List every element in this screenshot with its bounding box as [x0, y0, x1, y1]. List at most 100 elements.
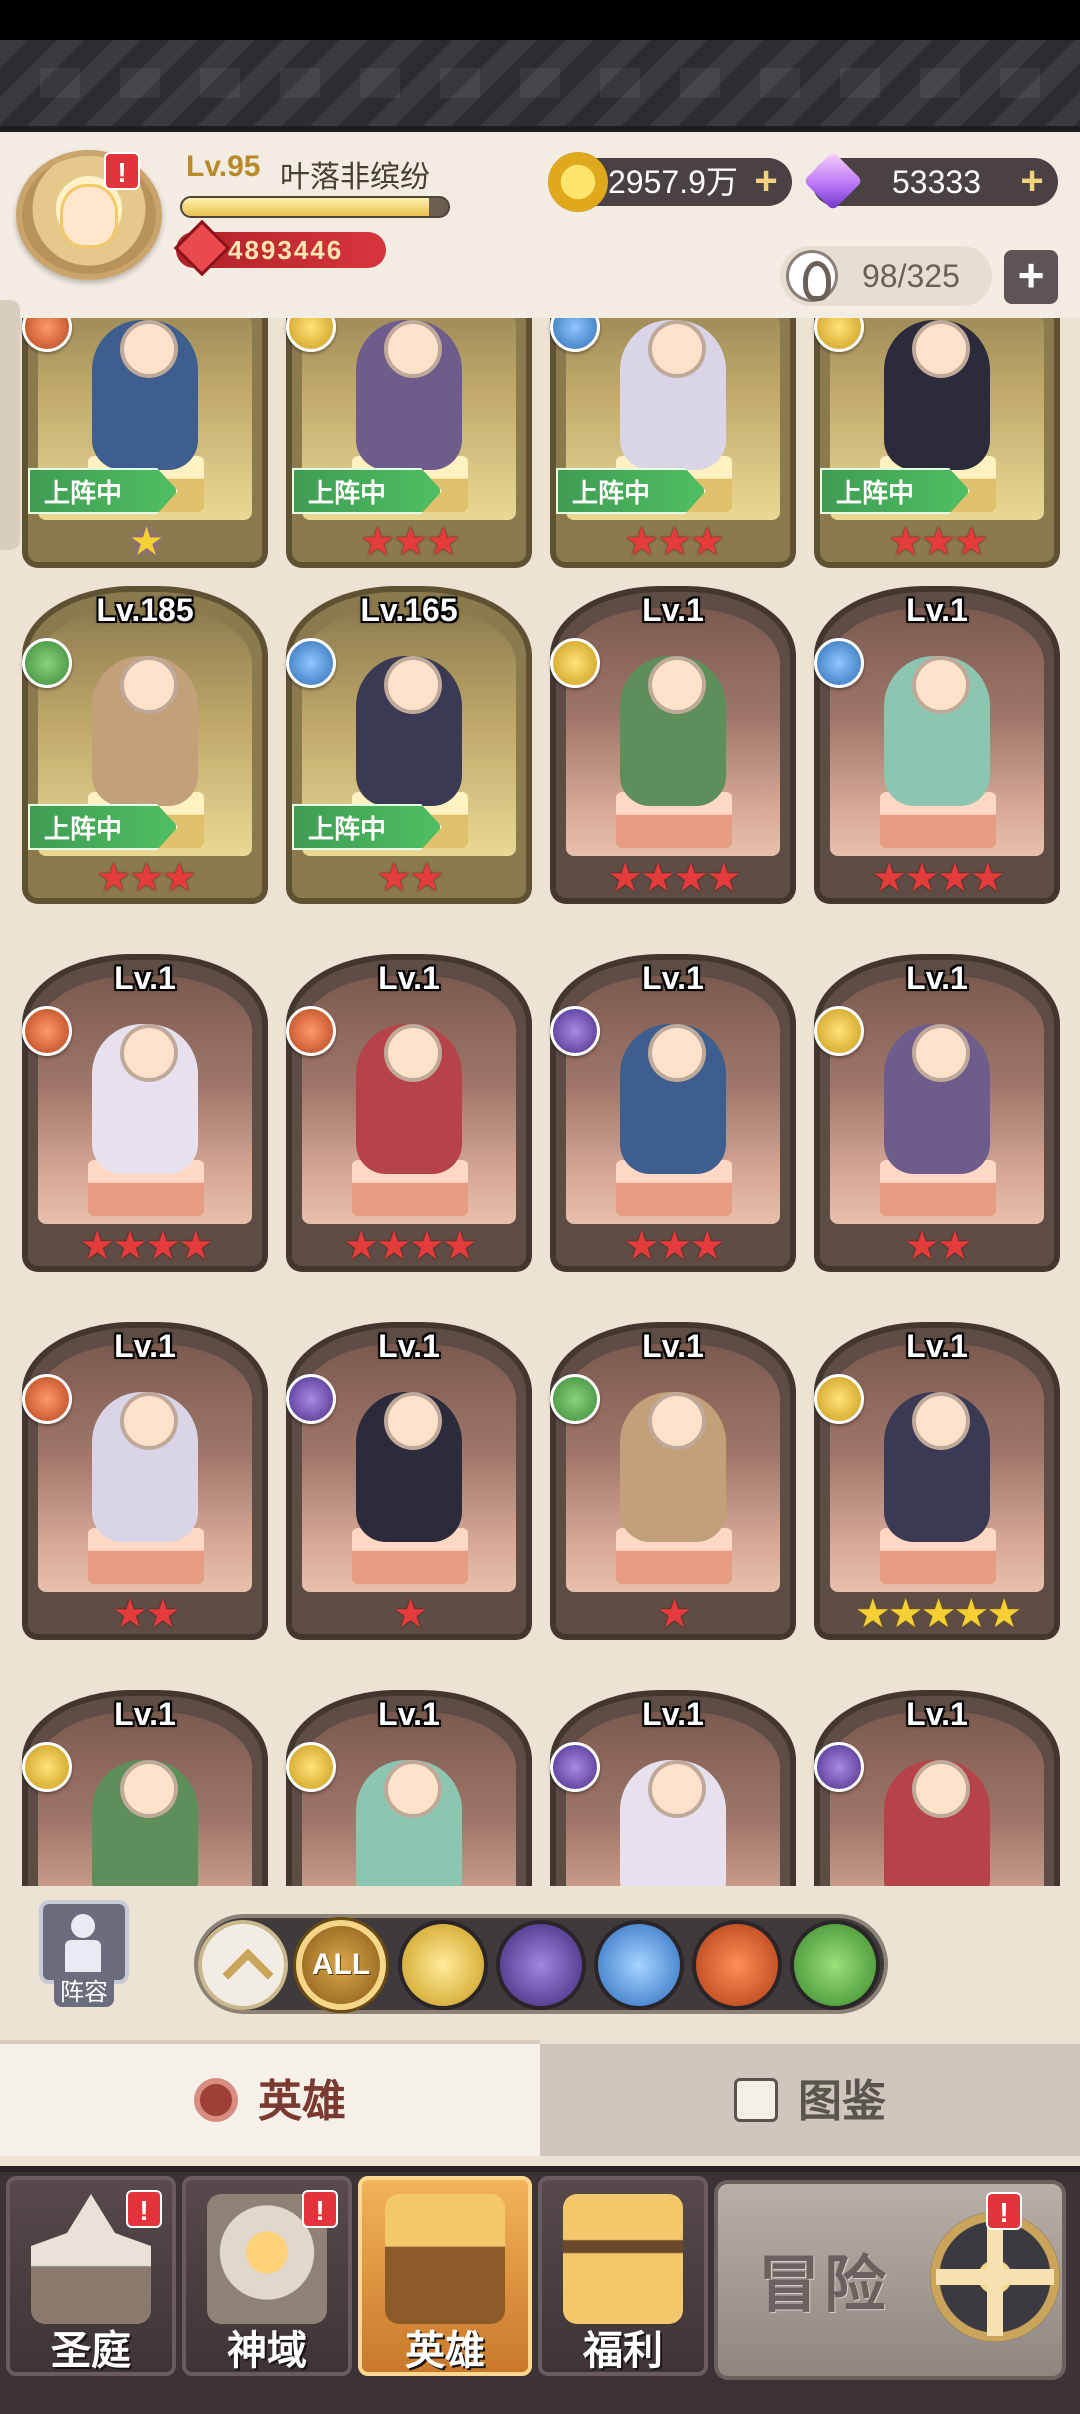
dark-faction-icon — [286, 1374, 336, 1424]
hero-card[interactable]: Lv.1 ★★★★ — [22, 954, 268, 1272]
hero-sprite — [884, 1392, 990, 1542]
hero-sprite — [92, 656, 198, 806]
hero-card[interactable]: Lv.1 — [286, 1690, 532, 1886]
hero-card[interactable]: Lv.1 ★ — [550, 1322, 796, 1640]
hero-card[interactable]: 上阵中 ★★★ — [550, 318, 796, 568]
tab-codex-label: 图鉴 — [798, 2077, 886, 2126]
hero-level: Lv.1 — [906, 960, 968, 996]
combat-power-value: 4893446 — [228, 235, 344, 265]
light-faction-icon — [22, 1742, 72, 1792]
diamond-amount: 53333 — [892, 164, 981, 200]
hero-card[interactable]: Lv.185 上阵中 ★★★ — [22, 586, 268, 904]
sort-toggle-button[interactable] — [198, 1920, 288, 2010]
hero-sprite — [620, 1392, 726, 1542]
hero-card[interactable]: 上阵中 ★ — [22, 318, 268, 568]
holy-faction-icon — [286, 638, 336, 688]
hero-card[interactable]: Lv.1 ★★★★ — [814, 586, 1060, 904]
filter-nature-faction-icon[interactable] — [790, 1920, 880, 2010]
hero-card[interactable]: 上阵中 ★★★ — [814, 318, 1060, 568]
hero-star-rating: ★★★★ — [871, 856, 1005, 900]
hero-sprite — [620, 656, 726, 806]
nav-court-label: 圣庭 — [51, 2329, 131, 2373]
hero-sprite — [884, 1024, 990, 1174]
deployed-badge: 上阵中 — [556, 468, 706, 514]
adventure-alert-badge: ! — [986, 2192, 1022, 2230]
hero-card[interactable]: Lv.1 ★★ — [814, 954, 1060, 1272]
gold-add-button[interactable]: + — [748, 161, 784, 201]
diamond-add-button[interactable]: + — [1014, 161, 1050, 201]
hero-star-rating: ★★★★ — [343, 1224, 477, 1268]
hero-sprite — [92, 1024, 198, 1174]
expand-capacity-button[interactable]: + — [1004, 250, 1058, 304]
nature-faction-icon — [550, 1374, 600, 1424]
beast-faction-icon — [22, 1006, 72, 1056]
side-pull-tab[interactable] — [0, 300, 20, 550]
hero-level: Lv.1 — [642, 960, 704, 996]
lineup-label: 阵容 — [54, 1972, 114, 2007]
light-faction-icon — [286, 1742, 336, 1792]
hero-sprite — [884, 656, 990, 806]
hero-star-rating: ★★★ — [95, 856, 198, 900]
hero-card[interactable]: Lv.1 — [814, 1690, 1060, 1886]
filter-holy-faction-icon[interactable] — [594, 1920, 684, 2010]
beast-faction-icon — [286, 1006, 336, 1056]
light-faction-icon — [550, 638, 600, 688]
hero-star-rating: ★★ — [112, 1592, 181, 1636]
tab-heroes[interactable]: 英雄 — [0, 2040, 540, 2156]
avatar-face — [60, 184, 118, 248]
hero-sprite — [356, 1024, 462, 1174]
hero-star-rating: ★★★★ — [79, 1224, 213, 1268]
hero-star-rating: ★★★★★ — [854, 1592, 1022, 1636]
combat-power: 4893446 — [173, 219, 386, 277]
hero-level: Lv.1 — [906, 592, 968, 628]
nav-welfare[interactable]: 福利 — [538, 2176, 708, 2376]
hero-card[interactable]: Lv.1 ★★★★★ — [814, 1322, 1060, 1640]
dark-faction-icon — [550, 1742, 600, 1792]
status-bar — [0, 0, 1080, 40]
holy-faction-icon — [814, 638, 864, 688]
gold-coin-icon — [548, 152, 608, 212]
hero-capacity: 98/325 — [780, 246, 992, 306]
filter-beast-faction-icon[interactable] — [692, 1920, 782, 2010]
hero-sprite — [620, 1760, 726, 1886]
hero-card[interactable]: 上阵中 ★★★ — [286, 318, 532, 568]
hero-level: Lv.1 — [642, 592, 704, 628]
player-name: 叶落非缤纷 — [280, 161, 430, 194]
hero-star-rating: ★ — [392, 1592, 429, 1636]
filter-light-faction-icon[interactable] — [398, 1920, 488, 2010]
filter-all-button[interactable]: ALL — [296, 1920, 386, 2010]
hero-card[interactable]: Lv.165 上阵中 ★★ — [286, 586, 532, 904]
hero-level: Lv.1 — [906, 1696, 968, 1732]
hero-sprite — [884, 320, 990, 470]
hero-level: Lv.1 — [114, 1328, 176, 1364]
lineup-button[interactable]: 阵容 — [34, 1900, 134, 2020]
hero-star-rating: ★★★ — [887, 520, 990, 564]
hero-level: Lv.165 — [360, 592, 458, 628]
deployed-badge: 上阵中 — [28, 468, 178, 514]
hero-card[interactable]: Lv.1 ★★★★ — [286, 954, 532, 1272]
hero-star-rating: ★★★★ — [607, 856, 741, 900]
hero-sprite — [356, 1760, 462, 1886]
filter-dark-faction-icon[interactable] — [496, 1920, 586, 2010]
hero-level: Lv.185 — [96, 592, 194, 628]
nav-hero[interactable]: 英雄 — [358, 2176, 532, 2376]
hero-card[interactable]: Lv.1 ★★ — [22, 1322, 268, 1640]
tab-codex[interactable]: 图鉴 — [540, 2040, 1080, 2156]
player-avatar[interactable] — [16, 150, 162, 280]
hero-level: Lv.1 — [114, 960, 176, 996]
hero-card[interactable]: Lv.1 — [550, 1690, 796, 1886]
gold-currency: 2957.9万 + — [548, 152, 792, 212]
hero-card[interactable]: Lv.1 ★ — [286, 1322, 532, 1640]
hero-card[interactable]: Lv.1 — [22, 1690, 268, 1886]
hero-level: Lv.1 — [642, 1328, 704, 1364]
hero-card[interactable]: Lv.1 ★★★ — [550, 954, 796, 1272]
gold-amount: 2957.9万 — [608, 164, 738, 200]
hero-tab-icon — [194, 2078, 238, 2123]
hero-sprite — [620, 320, 726, 470]
light-faction-icon — [814, 1374, 864, 1424]
nature-faction-icon — [22, 638, 72, 688]
hero-card[interactable]: Lv.1 ★★★★ — [550, 586, 796, 904]
hero-level: Lv.1 — [114, 1696, 176, 1732]
xp-bar — [180, 196, 450, 218]
hero-grid: 上阵中 ★ 上阵中 ★★★ 上阵中 ★★★ 上阵中 ★★★ Lv.185 上阵中 ★★★ Lv.165… — [0, 318, 1080, 1886]
